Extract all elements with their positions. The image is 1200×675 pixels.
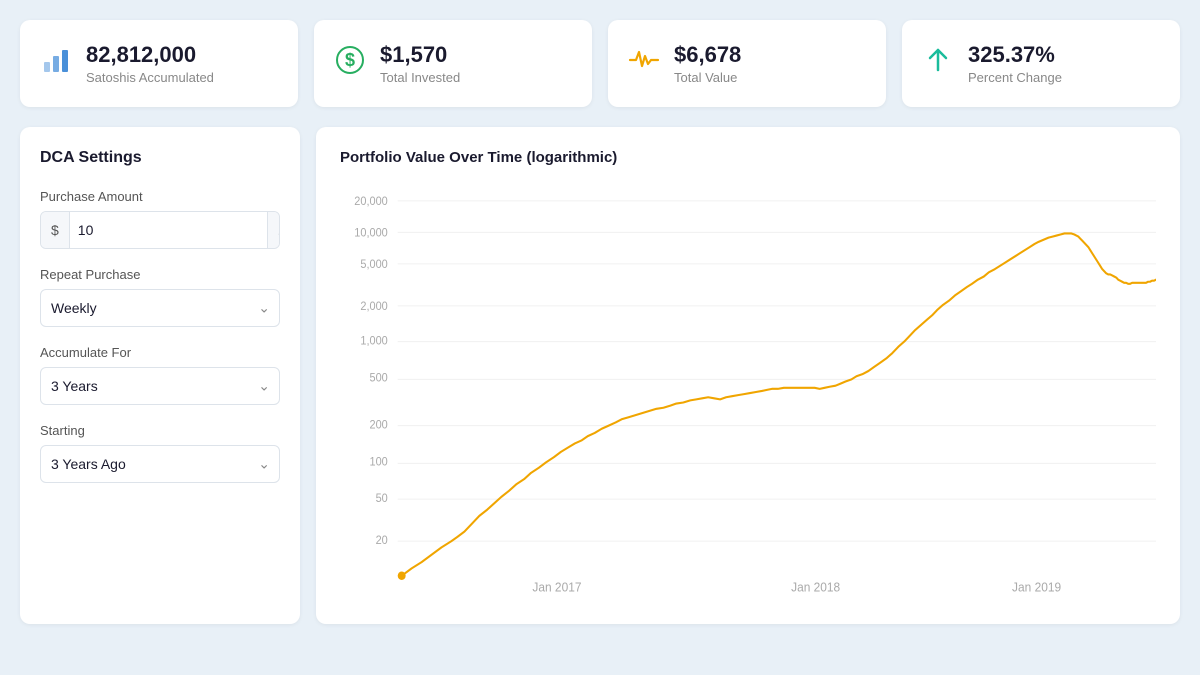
chart-start-dot (398, 572, 406, 580)
svg-text:100: 100 (369, 457, 387, 469)
svg-text:1,000: 1,000 (360, 336, 387, 348)
svg-text:50: 50 (376, 493, 388, 505)
chart-title: Portfolio Value Over Time (logarithmic) (340, 149, 1156, 166)
svg-text:Jan 2019: Jan 2019 (1012, 581, 1061, 595)
purchase-amount-input[interactable] (70, 212, 267, 248)
percent-change-value: 325.37% (968, 42, 1062, 68)
satoshis-label: Satoshis Accumulated (86, 70, 214, 85)
purchase-amount-prefix: $ (41, 212, 70, 248)
main-content: DCA Settings Purchase Amount $ .00 Repea… (20, 127, 1180, 624)
percent-change-content: 325.37% Percent Change (968, 42, 1062, 85)
percent-change-label: Percent Change (968, 70, 1062, 85)
dca-settings-panel: DCA Settings Purchase Amount $ .00 Repea… (20, 127, 300, 624)
bar-chart-icon (40, 44, 72, 83)
arrow-up-icon (922, 44, 954, 83)
chart-panel: Portfolio Value Over Time (logarithmic) … (316, 127, 1180, 624)
starting-select[interactable]: 3 Years Ago 1 Year Ago 2 Years Ago 5 Yea… (40, 445, 280, 483)
repeat-purchase-label: Repeat Purchase (40, 267, 280, 282)
total-invested-content: $1,570 Total Invested (380, 42, 460, 85)
total-value-label: Total Value (674, 70, 741, 85)
svg-text:500: 500 (369, 373, 387, 385)
portfolio-chart: 20,000 10,000 5,000 2,000 1,000 500 200 … (340, 182, 1156, 602)
svg-text:Jan 2017: Jan 2017 (532, 581, 581, 595)
svg-text:$: $ (345, 50, 355, 70)
total-invested-card: $ $1,570 Total Invested (314, 20, 592, 107)
total-invested-label: Total Invested (380, 70, 460, 85)
total-value-value: $6,678 (674, 42, 741, 68)
accumulate-for-label: Accumulate For (40, 345, 280, 360)
satoshis-card: 82,812,000 Satoshis Accumulated (20, 20, 298, 107)
accumulate-for-select[interactable]: 3 Years 1 Year 2 Years 5 Years 10 Years (40, 367, 280, 405)
repeat-purchase-wrapper[interactable]: Weekly Daily Monthly ⌄ (40, 289, 280, 327)
chart-container: 20,000 10,000 5,000 2,000 1,000 500 200 … (340, 182, 1156, 602)
starting-wrapper[interactable]: 3 Years Ago 1 Year Ago 2 Years Ago 5 Yea… (40, 445, 280, 483)
svg-text:20: 20 (376, 535, 388, 547)
total-value-content: $6,678 Total Value (674, 42, 741, 85)
stats-cards: 82,812,000 Satoshis Accumulated $ $1,570… (20, 20, 1180, 107)
svg-text:2,000: 2,000 (360, 301, 387, 313)
svg-text:20,000: 20,000 (354, 196, 387, 208)
svg-text:200: 200 (369, 420, 387, 432)
total-value-card: $6,678 Total Value (608, 20, 886, 107)
svg-text:Jan 2018: Jan 2018 (791, 581, 840, 595)
purchase-amount-label: Purchase Amount (40, 189, 280, 204)
svg-text:5,000: 5,000 (360, 259, 387, 271)
starting-group: Starting 3 Years Ago 1 Year Ago 2 Years … (40, 423, 280, 483)
percent-change-card: 325.37% Percent Change (902, 20, 1180, 107)
pulse-icon (628, 44, 660, 83)
chart-line (402, 234, 1156, 576)
satoshis-value: 82,812,000 (86, 42, 214, 68)
settings-title: DCA Settings (40, 149, 280, 167)
accumulate-for-group: Accumulate For 3 Years 1 Year 2 Years 5 … (40, 345, 280, 405)
satoshis-content: 82,812,000 Satoshis Accumulated (86, 42, 214, 85)
total-invested-value: $1,570 (380, 42, 460, 68)
purchase-amount-suffix: .00 (267, 212, 280, 248)
accumulate-for-wrapper[interactable]: 3 Years 1 Year 2 Years 5 Years 10 Years … (40, 367, 280, 405)
starting-label: Starting (40, 423, 280, 438)
dollar-icon: $ (334, 44, 366, 83)
repeat-purchase-group: Repeat Purchase Weekly Daily Monthly ⌄ (40, 267, 280, 327)
svg-text:10,000: 10,000 (354, 228, 387, 240)
repeat-purchase-select[interactable]: Weekly Daily Monthly (40, 289, 280, 327)
purchase-amount-input-row[interactable]: $ .00 (40, 211, 280, 249)
purchase-amount-group: Purchase Amount $ .00 (40, 189, 280, 249)
